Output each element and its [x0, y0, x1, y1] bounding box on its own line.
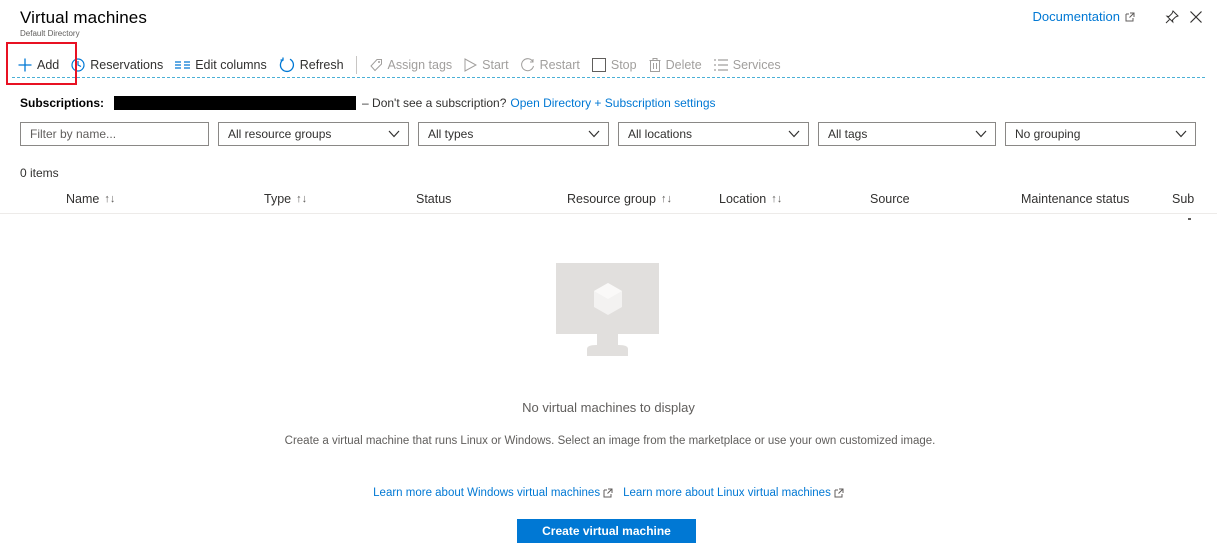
- grouping-dropdown[interactable]: No grouping: [1005, 122, 1196, 146]
- learn-windows-label: Learn more about Windows virtual machine…: [373, 487, 601, 499]
- table-header: Name ↑↓ Type ↑↓ Status Resource group ↑↓…: [0, 186, 1217, 214]
- reservations-label: Reservations: [90, 57, 164, 72]
- add-label: Add: [37, 57, 60, 72]
- column-header-type[interactable]: Type ↑↓: [264, 192, 307, 206]
- column-label: Name: [66, 192, 100, 206]
- page-subtitle: Default Directory: [20, 29, 80, 38]
- stop-icon: [591, 57, 606, 72]
- sort-icon: ↑↓: [660, 193, 672, 205]
- chevron-down-icon: [788, 130, 800, 138]
- item-count: 0 items: [20, 166, 59, 180]
- column-header-status[interactable]: Status: [416, 192, 451, 206]
- chevron-down-icon: [388, 130, 400, 138]
- column-label: Status: [416, 192, 452, 206]
- tag-icon: [369, 58, 382, 71]
- restart-label: Restart: [539, 57, 580, 72]
- subscriptions-label: Subscriptions:: [20, 96, 105, 110]
- column-header-location[interactable]: Location ↑↓: [719, 192, 782, 206]
- create-virtual-machine-button[interactable]: Create virtual machine: [517, 519, 696, 543]
- scrollbar-indicator: [1188, 218, 1191, 220]
- sort-icon: ↑↓: [104, 193, 116, 205]
- restart-icon: [520, 57, 534, 71]
- page-title: Virtual machines: [20, 8, 147, 27]
- learn-linux-label: Learn more about Linux virtual machines: [623, 487, 831, 499]
- tags-dropdown[interactable]: All tags: [818, 122, 996, 146]
- clock-icon: [71, 57, 85, 72]
- types-value: All types: [428, 127, 474, 141]
- sort-icon: ↑↓: [771, 193, 783, 205]
- stop-button[interactable]: Stop: [586, 53, 643, 77]
- tags-value: All tags: [828, 127, 868, 141]
- resource-groups-dropdown[interactable]: All resource groups: [218, 122, 409, 146]
- assign-tags-button[interactable]: Assign tags: [363, 53, 459, 77]
- subscription-settings-link[interactable]: Open Directory + Subscription settings: [510, 96, 715, 110]
- virtual-machine-icon: [556, 263, 659, 356]
- column-header-name[interactable]: Name ↑↓: [66, 192, 115, 206]
- plus-icon: [18, 58, 32, 71]
- chevron-down-icon: [1175, 130, 1187, 138]
- subscriptions-hint: – Don't see a subscription?: [362, 96, 507, 110]
- subscriptions-redacted: [114, 96, 357, 110]
- column-header-resource-group[interactable]: Resource group ↑↓: [567, 192, 672, 206]
- play-icon: [464, 57, 478, 72]
- services-label: Services: [732, 57, 781, 72]
- sort-icon: ↑↓: [296, 193, 308, 205]
- filter-by-name-input[interactable]: Filter by name...: [20, 122, 209, 146]
- refresh-button[interactable]: Refresh: [273, 53, 350, 77]
- empty-state-description: Create a virtual machine that runs Linux…: [284, 435, 936, 447]
- edit-columns-button[interactable]: Edit columns: [169, 53, 273, 77]
- learn-linux-link[interactable]: Learn more about Linux virtual machines: [623, 487, 844, 499]
- trash-icon: [649, 57, 661, 72]
- add-button[interactable]: Add: [12, 53, 65, 77]
- chevron-down-icon: [975, 130, 987, 138]
- edit-columns-label: Edit columns: [195, 57, 267, 72]
- reservations-button[interactable]: Reservations: [65, 53, 169, 77]
- learn-windows-link[interactable]: Learn more about Windows virtual machine…: [373, 487, 613, 499]
- refresh-label: Refresh: [299, 57, 344, 72]
- stop-label: Stop: [610, 57, 637, 72]
- locations-value: All locations: [628, 127, 693, 141]
- documentation-label: Documentation: [1032, 9, 1120, 24]
- delete-button[interactable]: Delete: [643, 53, 708, 77]
- empty-state-title: No virtual machines to display: [522, 400, 695, 415]
- column-header-source[interactable]: Source: [870, 192, 910, 206]
- column-label: Sub: [1172, 192, 1195, 206]
- column-label: Source: [870, 192, 910, 206]
- column-label: Resource group: [567, 192, 656, 206]
- command-bar: Add Reservations Edit columns Refresh As…: [12, 52, 1205, 78]
- documentation-link[interactable]: Documentation: [1033, 9, 1135, 24]
- start-button[interactable]: Start: [458, 53, 514, 77]
- services-button[interactable]: Services: [708, 53, 787, 77]
- restart-button[interactable]: Restart: [515, 53, 586, 77]
- close-icon[interactable]: [1189, 10, 1203, 24]
- column-label: Type: [264, 192, 292, 206]
- external-link-icon: [603, 488, 613, 498]
- assign-tags-label: Assign tags: [387, 57, 453, 72]
- chevron-down-icon: [588, 130, 600, 138]
- pin-icon[interactable]: [1165, 9, 1179, 24]
- column-header-subscription[interactable]: Sub: [1172, 192, 1194, 206]
- column-label: Maintenance status: [1021, 192, 1130, 206]
- columns-icon: [175, 60, 191, 69]
- start-label: Start: [482, 57, 509, 72]
- locations-dropdown[interactable]: All locations: [618, 122, 809, 146]
- column-label: Location: [719, 192, 767, 206]
- learn-more-links: Learn more about Windows virtual machine…: [0, 487, 1217, 499]
- types-dropdown[interactable]: All types: [418, 122, 609, 146]
- toolbar-divider: [355, 55, 357, 74]
- grouping-value: No grouping: [1015, 127, 1081, 141]
- subscriptions-bar: Subscriptions: – Don't see a subscriptio…: [20, 96, 716, 110]
- page-header: Virtual machines Default Directory: [20, 8, 147, 38]
- resource-groups-value: All resource groups: [228, 127, 332, 141]
- list-icon: [713, 58, 728, 71]
- filter-placeholder: Filter by name...: [30, 127, 117, 141]
- column-header-maintenance[interactable]: Maintenance status: [1021, 192, 1129, 206]
- refresh-icon: [279, 57, 294, 72]
- header-actions: Documentation: [1033, 9, 1203, 24]
- external-link-icon: [834, 488, 844, 498]
- delete-label: Delete: [665, 57, 702, 72]
- external-link-icon: [1125, 12, 1135, 21]
